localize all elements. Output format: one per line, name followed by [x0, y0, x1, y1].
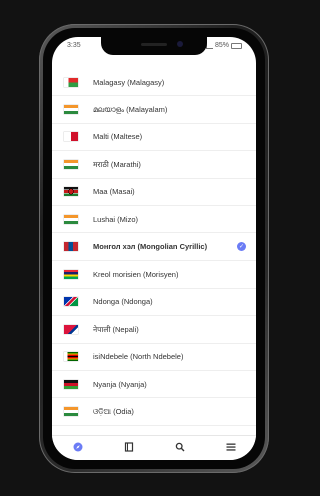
language-row[interactable]: Nyanja (Nyanja) — [52, 371, 256, 399]
india-flag-icon — [64, 105, 78, 115]
nepal-flag-icon — [64, 324, 78, 334]
screen: 3:35 85% Malagasy (Malagasy) മലയാളം (Mala… — [52, 37, 256, 460]
language-row[interactable]: Ndonga (Ndonga) — [52, 289, 256, 317]
language-list[interactable]: Malagasy (Malagasy) മലയാളം (Malayalam) Mal… — [52, 69, 256, 438]
language-label: Lushai (Mizo) — [93, 214, 139, 224]
namibia-flag-icon — [64, 297, 78, 307]
language-row[interactable]: Монгол хэл (Mongolian Cyrillic) ✓ — [52, 233, 256, 262]
india-flag-icon — [64, 214, 78, 224]
language-label: മലയാളം (Malayalam) — [93, 105, 168, 115]
tab-search[interactable] — [170, 439, 190, 455]
tab-explore[interactable] — [68, 439, 88, 455]
language-label: Ndonga (Ndonga) — [93, 297, 153, 307]
language-row[interactable]: मराठी (Marathi) — [52, 151, 256, 179]
madagascar-flag-icon — [64, 77, 78, 87]
language-label: Nyanja (Nyanja) — [93, 379, 147, 389]
language-row[interactable]: ଓଡ଼ିଆ (Odia) — [52, 398, 256, 426]
language-label: नेपाली (Nepali) — [93, 324, 139, 334]
menu-icon — [226, 443, 235, 451]
status-time: 3:35 — [67, 42, 81, 49]
book-icon — [124, 442, 133, 452]
tab-library[interactable] — [119, 439, 139, 455]
signal-icon — [205, 42, 213, 49]
language-row[interactable]: മലയാളം (Malayalam) — [52, 96, 256, 124]
front-camera — [177, 41, 183, 47]
language-row[interactable]: Kreol morisien (Morisyen) — [52, 261, 256, 289]
malawi-flag-icon — [64, 379, 78, 389]
kenya-flag-icon — [64, 187, 78, 197]
battery-percent: 85% — [214, 42, 229, 49]
checkmark-icon: ✓ — [237, 242, 246, 252]
language-label: Maa (Masai) — [93, 187, 135, 197]
language-row[interactable]: Maa (Masai) — [52, 179, 256, 206]
language-label: ଓଡ଼ିଆ (Odia) — [93, 406, 134, 416]
language-label: मराठी (Marathi) — [93, 159, 141, 169]
language-row[interactable]: Malagasy (Malagasy) — [52, 69, 256, 97]
language-row[interactable]: isiNdebele (North Ndebele) — [52, 344, 256, 371]
india-flag-icon — [64, 159, 78, 169]
zimbabwe-flag-icon — [64, 352, 78, 362]
language-label: Монгол хэл (Mongolian Cyrillic) — [93, 242, 208, 252]
language-label: isiNdebele (North Ndebele) — [93, 352, 184, 362]
language-label: Kreol morisien (Morisyen) — [93, 270, 179, 280]
compass-icon — [73, 442, 82, 452]
mongolia-flag-icon — [64, 242, 78, 252]
india-flag-icon — [64, 406, 78, 416]
phone-frame: 3:35 85% Malagasy (Malagasy) മലയാളം (Mala… — [39, 24, 269, 473]
language-label: Malagasy (Malagasy) — [93, 77, 165, 87]
battery-icon — [231, 42, 242, 49]
language-row[interactable]: नेपाली (Nepali) — [52, 316, 256, 344]
language-row[interactable]: Malti (Maltese) — [52, 124, 256, 152]
mauritius-flag-icon — [64, 270, 78, 280]
phone-bezel: 3:35 85% Malagasy (Malagasy) മലയാളം (Mala… — [43, 28, 265, 469]
bottom-tab-bar — [52, 435, 256, 460]
malta-flag-icon — [64, 132, 78, 142]
search-icon — [175, 442, 184, 452]
tab-menu[interactable] — [221, 439, 241, 455]
language-label: Malti (Maltese) — [93, 132, 143, 142]
notch — [101, 37, 207, 55]
status-indicators: 85% — [205, 42, 242, 49]
speaker-grille — [141, 43, 167, 46]
language-row[interactable]: Lushai (Mizo) — [52, 206, 256, 234]
